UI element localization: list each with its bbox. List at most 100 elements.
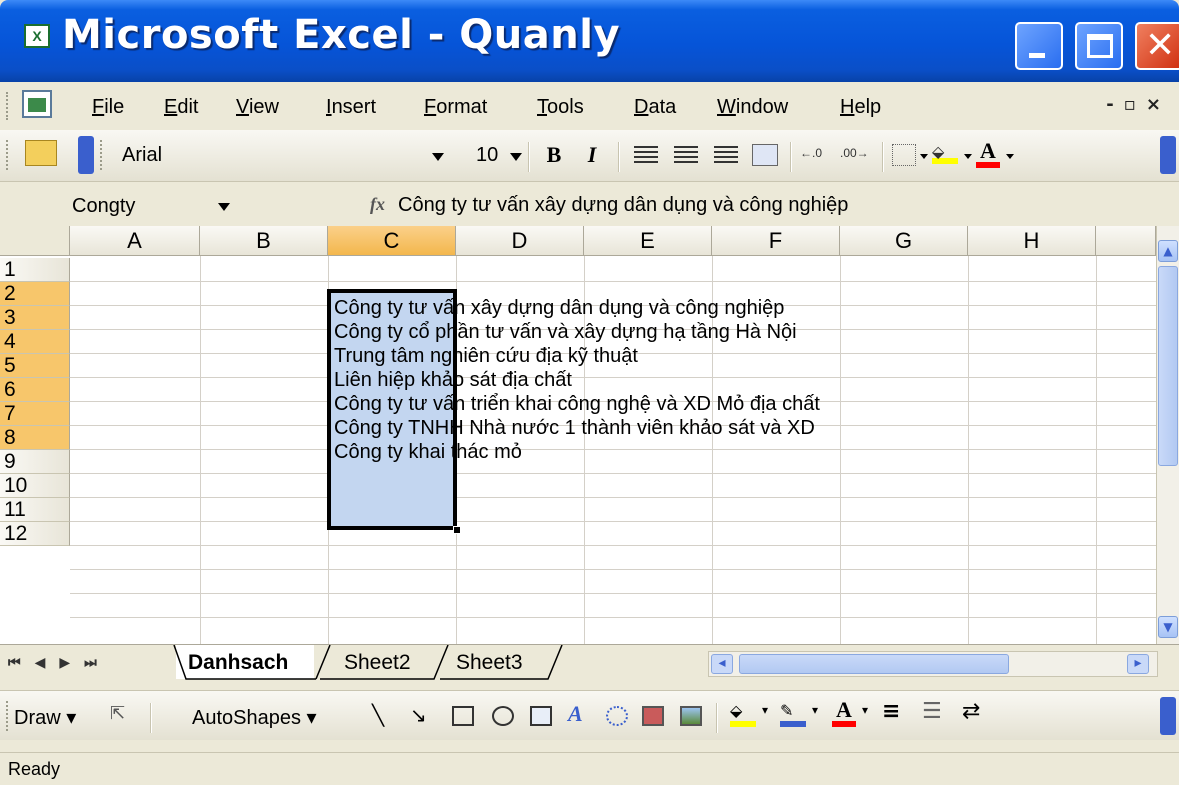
horizontal-scrollbar[interactable]: ◂ ▸ — [708, 651, 1158, 677]
row-header-11[interactable]: 11 — [0, 498, 70, 522]
column-header-b[interactable]: B — [200, 226, 328, 256]
row-header-8[interactable]: 8 — [0, 426, 70, 450]
formula-input[interactable]: Công ty tư vấn xây dựng dân dụng và công… — [398, 194, 848, 217]
row-header-4[interactable]: 4 — [0, 330, 70, 354]
cell-c7[interactable]: Công ty TNHH Nhà nước 1 thành viên khảo … — [334, 417, 815, 440]
menu-edit[interactable]: Edit — [164, 96, 198, 119]
vertical-scroll-thumb[interactable] — [1158, 266, 1178, 466]
clip-art-icon[interactable] — [642, 706, 664, 726]
rectangle-tool-icon[interactable] — [452, 706, 474, 726]
column-header-f[interactable]: F — [712, 226, 840, 256]
increase-decimal-icon[interactable]: ←.0 — [800, 146, 822, 160]
maximize-button[interactable] — [1075, 22, 1123, 70]
toolbar-options-icon[interactable] — [78, 136, 94, 174]
cell-c8[interactable]: Công ty khai thác mỏ — [334, 441, 522, 464]
row-header-10[interactable]: 10 — [0, 474, 70, 498]
menu-grip[interactable] — [6, 92, 10, 120]
tab-navigation-icons[interactable]: ⏮◀▶⏭ — [8, 655, 111, 671]
cell-c6[interactable]: Công ty tư vấn triển khai công nghệ và X… — [334, 393, 820, 416]
close-button[interactable]: ✕ — [1135, 22, 1179, 70]
bold-button[interactable]: B — [542, 142, 566, 170]
fill-bucket-arrow-icon[interactable]: ▾ — [762, 703, 768, 717]
scroll-left-icon[interactable]: ◂ — [711, 654, 733, 674]
align-center-icon[interactable] — [674, 146, 698, 166]
menu-data[interactable]: Data — [634, 96, 676, 119]
fill-bucket-icon[interactable]: ⬙ — [730, 701, 756, 727]
align-right-icon[interactable] — [714, 146, 738, 166]
document-window-controls[interactable]: -▫× — [1106, 94, 1171, 115]
font-color-icon[interactable]: A — [976, 138, 1000, 168]
vertical-scrollbar[interactable]: ▲ ▼ — [1156, 226, 1179, 644]
font-size-arrow-icon[interactable] — [510, 153, 522, 161]
align-left-icon[interactable] — [634, 146, 658, 166]
scroll-up-icon[interactable]: ▲ — [1158, 240, 1178, 262]
insert-picture-icon[interactable] — [680, 706, 702, 726]
toolbar-overflow-icon[interactable] — [1160, 136, 1176, 174]
textbox-tool-icon[interactable] — [530, 706, 552, 726]
line-style-icon[interactable]: ≡ — [882, 699, 900, 724]
column-header-a[interactable]: A — [70, 226, 200, 256]
column-header-h[interactable]: H — [968, 226, 1096, 256]
font-color-draw-icon[interactable]: A — [832, 697, 856, 727]
dash-style-icon[interactable]: ☰ — [922, 699, 942, 724]
borders-arrow-icon[interactable] — [920, 154, 928, 159]
wordart-icon[interactable]: A — [568, 701, 583, 727]
cell-c2[interactable]: Công ty tư vấn xây dựng dân dụng và công… — [334, 297, 784, 320]
autoshapes-menu[interactable]: AutoShapes ▾ — [192, 705, 317, 730]
row-header-3[interactable]: 3 — [0, 306, 70, 330]
column-header-g[interactable]: G — [840, 226, 968, 256]
drawbar-overflow-icon[interactable] — [1160, 697, 1176, 735]
workbook-icon[interactable] — [22, 90, 52, 118]
font-name-arrow-icon[interactable] — [432, 153, 444, 161]
column-header-i[interactable] — [1096, 226, 1156, 256]
arrow-tool-icon[interactable]: ↘ — [410, 703, 427, 727]
name-box[interactable]: Congty — [10, 190, 240, 222]
row-header-5[interactable]: 5 — [0, 354, 70, 378]
toolbar-grip[interactable] — [6, 140, 10, 170]
line-tool-icon[interactable]: ╲ — [372, 703, 384, 727]
excel-icon[interactable]: X — [24, 24, 50, 48]
borders-icon[interactable] — [892, 144, 916, 166]
diagram-icon[interactable] — [606, 706, 628, 726]
menu-file[interactable]: File — [92, 96, 124, 119]
column-header-c[interactable]: C — [328, 226, 456, 256]
italic-button[interactable]: I — [580, 142, 604, 170]
row-header-1[interactable]: 1 — [0, 258, 70, 282]
scroll-right-icon[interactable]: ▸ — [1127, 654, 1149, 674]
worksheet-grid[interactable]: A B C D E F G H 1 2 3 4 5 6 7 8 9 10 11 … — [0, 226, 1156, 644]
row-header-12[interactable]: 12 — [0, 522, 70, 546]
insert-function-icon[interactable]: fx — [370, 194, 385, 215]
merge-center-icon[interactable] — [752, 144, 778, 166]
oval-tool-icon[interactable] — [492, 706, 514, 726]
toolbar-grip-2[interactable] — [100, 140, 104, 170]
fill-handle[interactable] — [453, 526, 461, 534]
row-header-9[interactable]: 9 — [0, 450, 70, 474]
cell-c3[interactable]: Công ty cổ phần tư vấn và xây dựng hạ tầ… — [334, 321, 797, 344]
fill-color-icon[interactable]: ⬙ — [932, 142, 958, 164]
decrease-decimal-icon[interactable]: .00→ — [840, 146, 869, 160]
cell-c5[interactable]: Liên hiệp khảo sát địa chất — [334, 369, 572, 392]
line-color-icon[interactable]: ✎ — [780, 701, 806, 727]
font-color-draw-arrow-icon[interactable]: ▾ — [862, 703, 868, 717]
cell-c4[interactable]: Trung tâm nghiên cứu địa kỹ thuật — [334, 345, 638, 368]
row-header-6[interactable]: 6 — [0, 378, 70, 402]
column-header-e[interactable]: E — [584, 226, 712, 256]
row-header-2[interactable]: 2 — [0, 282, 70, 306]
draw-menu[interactable]: Draw ▾ — [14, 705, 76, 730]
horizontal-scroll-thumb[interactable] — [739, 654, 1009, 674]
drawbar-grip[interactable] — [6, 701, 10, 731]
menu-view[interactable]: View — [236, 96, 279, 119]
font-color-arrow-icon[interactable] — [1006, 154, 1014, 159]
menu-window[interactable]: Window — [717, 96, 788, 119]
font-name-dropdown[interactable]: Arial — [108, 140, 448, 170]
title-bar[interactable]: X Microsoft Excel - Quanly ✕ — [0, 0, 1179, 82]
select-objects-icon[interactable]: ⇱ — [110, 703, 125, 724]
column-header-d[interactable]: D — [456, 226, 584, 256]
line-color-arrow-icon[interactable]: ▾ — [812, 703, 818, 717]
name-box-arrow-icon[interactable] — [218, 203, 230, 211]
open-folder-icon[interactable] — [25, 140, 57, 166]
menu-help[interactable]: Help — [840, 96, 881, 119]
menu-tools[interactable]: Tools — [537, 96, 584, 119]
minimize-button[interactable] — [1015, 22, 1063, 70]
select-all-corner[interactable] — [0, 226, 70, 256]
